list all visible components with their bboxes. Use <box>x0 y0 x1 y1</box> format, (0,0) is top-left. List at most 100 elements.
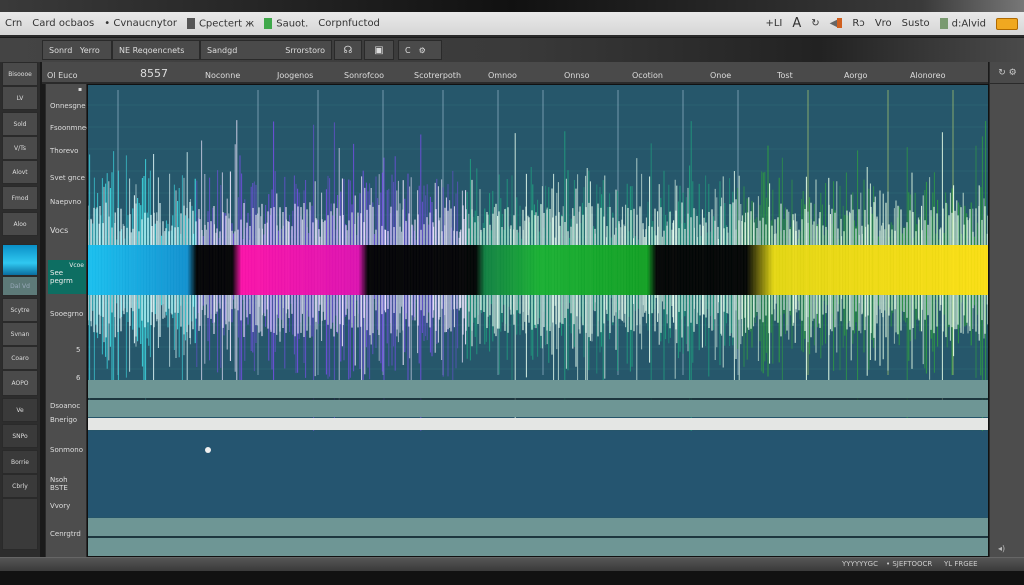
track-name[interactable]: Bnerigo <box>50 416 77 424</box>
waveform-canvas[interactable] <box>87 84 989 557</box>
ruler-label: Noconne <box>205 71 241 80</box>
ruler-label: Ocotion <box>632 71 663 80</box>
right-panel-icons[interactable]: ↻ ⚙ <box>990 62 1024 84</box>
refresh-icon[interactable]: C <box>405 46 411 55</box>
left-button-2[interactable]: LV <box>2 86 38 110</box>
speaker-icon[interactable]: ◀ <box>830 18 843 29</box>
menu-item-1[interactable]: Crn <box>5 18 22 29</box>
ruler-title: Ol Euco <box>47 71 78 80</box>
track-name[interactable]: Sooegrno <box>50 310 83 318</box>
toolbar-icons-group: C ⚙ <box>398 40 442 60</box>
menu-item-6[interactable]: Corpnfuctod <box>318 18 380 29</box>
toolbar-item-sound[interactable]: Sonrd Yerro <box>42 40 112 60</box>
left-button-13[interactable]: Ve <box>2 398 38 422</box>
left-button-10[interactable]: Svnan <box>2 322 38 346</box>
menu-item-2[interactable]: Card ocbaos <box>32 18 94 29</box>
menu-right-5[interactable]: Vro <box>875 18 892 29</box>
left-button-7[interactable]: Aloo <box>2 212 38 236</box>
lane-1 <box>88 380 988 398</box>
save-icon[interactable]: ▣ <box>364 40 394 60</box>
toolbar-item-label: Sonrd <box>49 45 73 55</box>
track-name[interactable]: Vvory <box>50 502 70 510</box>
ruler-label: Omnoo <box>488 71 517 80</box>
track-name[interactable]: Cenrgtrd <box>50 530 81 538</box>
selected-track-header: Vcoe <box>69 262 84 269</box>
ruler-label: Onoe <box>710 71 732 80</box>
toolbar-item-settings[interactable]: Sandgd Srrorstoro <box>200 40 332 60</box>
menu-item-3[interactable]: • Cvnaucnytor <box>104 18 177 29</box>
left-button-12[interactable]: AOPO <box>2 370 38 396</box>
left-blank-panel <box>2 498 38 550</box>
ruler-label: Joogenos <box>277 71 314 80</box>
menu-item-5[interactable]: Sauot. <box>264 17 308 29</box>
headphones-icon[interactable]: ☊ <box>334 40 362 60</box>
volume-icon[interactable]: ◂) <box>998 544 1005 553</box>
active-track-button[interactable] <box>2 244 38 276</box>
toolbar-item-label: Sandgd <box>207 45 238 55</box>
ruler-label: Alonoreo <box>910 71 946 80</box>
left-panel: Bisoooe LV Sold V/Ts Alovt Fmod Aloo Dal… <box>0 62 40 557</box>
left-button-16[interactable]: Cbrly <box>2 474 38 498</box>
ruler-label: Sonrofcoo <box>344 71 385 80</box>
left-button-6[interactable]: Fmod <box>2 186 38 210</box>
track-names-panel: ▪ Onnesgne Fsoonmnece Thorevo Svet gnce … <box>45 84 94 557</box>
toolbar-item-label: Yerro <box>79 45 100 55</box>
status-item: YL FRGEE <box>944 560 978 568</box>
toolbar: Ne Eono Sonrd Yerro NE Reqoencnets Sandg… <box>0 38 1024 100</box>
status-item: YYYYYYGC <box>842 560 878 568</box>
playhead-position: 8557 <box>140 67 168 80</box>
track-name[interactable]: Naepvno <box>50 198 81 206</box>
status-item: • SJEFTOOCR <box>886 560 933 568</box>
lane-5 <box>88 538 988 556</box>
right-panel: ↻ ⚙ ◂) <box>989 62 1024 557</box>
left-button-8[interactable]: Dal Vd <box>2 276 38 296</box>
lower-lanes <box>88 380 988 556</box>
record-button[interactable] <box>996 17 1018 30</box>
track-name[interactable]: Svet gnce <box>50 174 85 182</box>
menu-right-7[interactable]: d:Alvid <box>939 17 986 30</box>
timeline-ruler[interactable]: Ol Euco 8557 Noconne Joogenos Sonrofcoo … <box>42 62 988 84</box>
status-bar: YYYYYYGC • SJEFTOOCR YL FRGEE <box>0 557 1024 571</box>
track-name[interactable]: Thorevo <box>50 147 78 155</box>
left-button-14[interactable]: SNPo <box>2 424 38 448</box>
left-button-4[interactable]: V/Ts <box>2 136 38 160</box>
track-header-marker: ▪ <box>78 86 83 93</box>
menu-item-4-label: Cpectert ж <box>198 18 255 30</box>
selected-track-label: See pegrm <box>50 269 73 285</box>
track-name[interactable]: 5 <box>76 346 80 354</box>
left-button-1[interactable]: Bisoooe <box>2 62 38 86</box>
track-name[interactable]: Vocs <box>50 226 68 235</box>
left-button-11[interactable]: Coaro <box>2 346 38 370</box>
left-button-3[interactable]: Sold <box>2 112 38 136</box>
track-name[interactable]: Sonmono <box>50 446 83 454</box>
lane-2 <box>88 400 988 417</box>
square-icon <box>939 17 948 29</box>
menu-bar: Crn Card ocbaos • Cvnaucnytor Cpectert ж… <box>0 12 1024 37</box>
left-button-9[interactable]: Scytre <box>2 298 38 322</box>
toolbar-item-label: Srrorstoro <box>285 45 325 55</box>
toolbar-item-frequencies[interactable]: NE Reqoencnets <box>112 40 200 60</box>
font-icon[interactable]: A <box>792 16 801 31</box>
track-name[interactable]: 6 <box>76 374 80 382</box>
green-square-icon <box>264 17 273 29</box>
left-button-5[interactable]: Alovt <box>2 160 38 184</box>
lane-3 <box>88 431 988 517</box>
track-name[interactable]: Dsoanoc <box>50 402 80 410</box>
track-name[interactable]: Nsoh BSTE <box>50 476 86 492</box>
lane-4 <box>88 518 988 536</box>
menu-right-7-label: d:Alvid <box>951 18 986 30</box>
bottom-bar <box>0 571 1024 585</box>
marker-dot <box>205 447 211 453</box>
menu-right-1[interactable]: +LI <box>765 18 782 29</box>
menu-right-4[interactable]: Rɔ <box>852 18 864 29</box>
refresh-icon[interactable]: ↻ <box>811 18 819 29</box>
left-button-15[interactable]: Borrie <box>2 450 38 474</box>
menu-item-4[interactable]: Cpectert ж <box>186 17 255 30</box>
track-name[interactable]: Onnesgne <box>50 102 86 110</box>
settings-icon[interactable]: ⚙ <box>419 46 426 55</box>
selected-track[interactable]: Vcoe See pegrm <box>48 260 86 294</box>
square-icon <box>186 17 195 29</box>
menu-right-6[interactable]: Susto <box>902 18 930 29</box>
waveform-svg[interactable] <box>88 85 989 557</box>
ruler-label: Onnso <box>564 71 590 80</box>
